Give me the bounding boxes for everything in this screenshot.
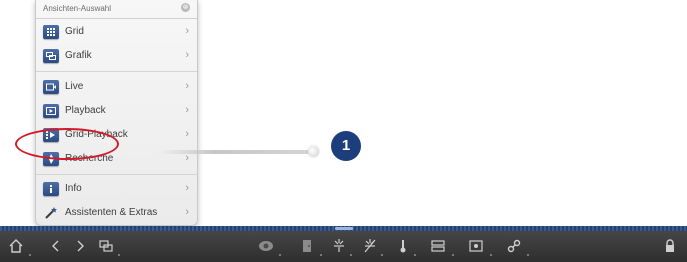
wand-icon <box>43 206 59 220</box>
door-icon[interactable] <box>297 236 317 256</box>
dot <box>118 254 120 256</box>
lock-icon[interactable] <box>660 236 680 256</box>
home-icon[interactable] <box>6 236 26 256</box>
grid-icon <box>43 25 59 39</box>
dot <box>29 254 31 256</box>
dot <box>279 254 281 256</box>
menu-item-label: Grid <box>65 26 84 37</box>
playback-icon <box>43 104 59 118</box>
menu-header: Ansichten-Auswahl ⊗ <box>36 0 197 19</box>
chevron-right-icon: › <box>185 49 189 61</box>
chevron-right-icon: › <box>185 206 189 218</box>
chevron-right-icon: › <box>185 25 189 37</box>
dot <box>527 254 529 256</box>
menu-item-assistenten[interactable]: Assistenten & Extras › <box>36 201 197 225</box>
camera-dome-icon[interactable] <box>256 236 276 256</box>
chevron-right-icon: › <box>185 104 189 116</box>
thermometer-icon[interactable] <box>393 236 413 256</box>
forward-icon[interactable] <box>70 236 90 256</box>
menu-item-label: Live <box>65 81 84 92</box>
menu-item-grafik[interactable]: Grafik › <box>36 44 197 68</box>
back-icon[interactable] <box>46 236 66 256</box>
menu-item-label: Assistenten & Extras <box>65 207 158 218</box>
dot <box>350 254 352 256</box>
toggle-icon[interactable] <box>428 236 448 256</box>
menu-item-label: Playback <box>65 105 106 116</box>
drag-handle[interactable] <box>335 227 353 230</box>
graphic-icon <box>43 49 59 63</box>
highlight-ellipse <box>15 128 119 160</box>
snapshot-icon[interactable] <box>466 236 486 256</box>
info-icon <box>43 182 59 196</box>
menu-title: Ansichten-Auswahl <box>43 4 112 13</box>
callout-dot <box>308 146 319 157</box>
menu-item-live[interactable]: Live › <box>36 75 197 99</box>
menu-divider <box>36 174 197 175</box>
dot <box>320 254 322 256</box>
link-icon[interactable] <box>504 236 524 256</box>
menu-item-label: Info <box>65 183 82 194</box>
bottom-toolbar <box>0 226 687 262</box>
live-icon <box>43 80 59 94</box>
close-icon[interactable]: ⊗ <box>181 3 190 12</box>
menu-item-grid[interactable]: Grid › <box>36 20 197 44</box>
layout-icon[interactable] <box>96 236 116 256</box>
chevron-right-icon: › <box>185 80 189 92</box>
menu-divider <box>36 71 197 72</box>
dot <box>414 254 416 256</box>
view-selection-menu: Ansichten-Auswahl ⊗ Grid › Grafik › Live… <box>35 0 198 226</box>
menu-item-info[interactable]: Info › <box>36 177 197 201</box>
dot <box>452 254 454 256</box>
chevron-right-icon: › <box>185 128 189 140</box>
light-on-icon[interactable] <box>329 236 349 256</box>
callout-badge: 1 <box>331 131 361 161</box>
chevron-right-icon: › <box>185 182 189 194</box>
dot <box>490 254 492 256</box>
light-off-icon[interactable] <box>360 236 380 256</box>
menu-item-playback[interactable]: Playback › <box>36 99 197 123</box>
menu-item-label: Grafik <box>65 50 92 61</box>
callout-line <box>158 150 316 154</box>
dot <box>381 254 383 256</box>
